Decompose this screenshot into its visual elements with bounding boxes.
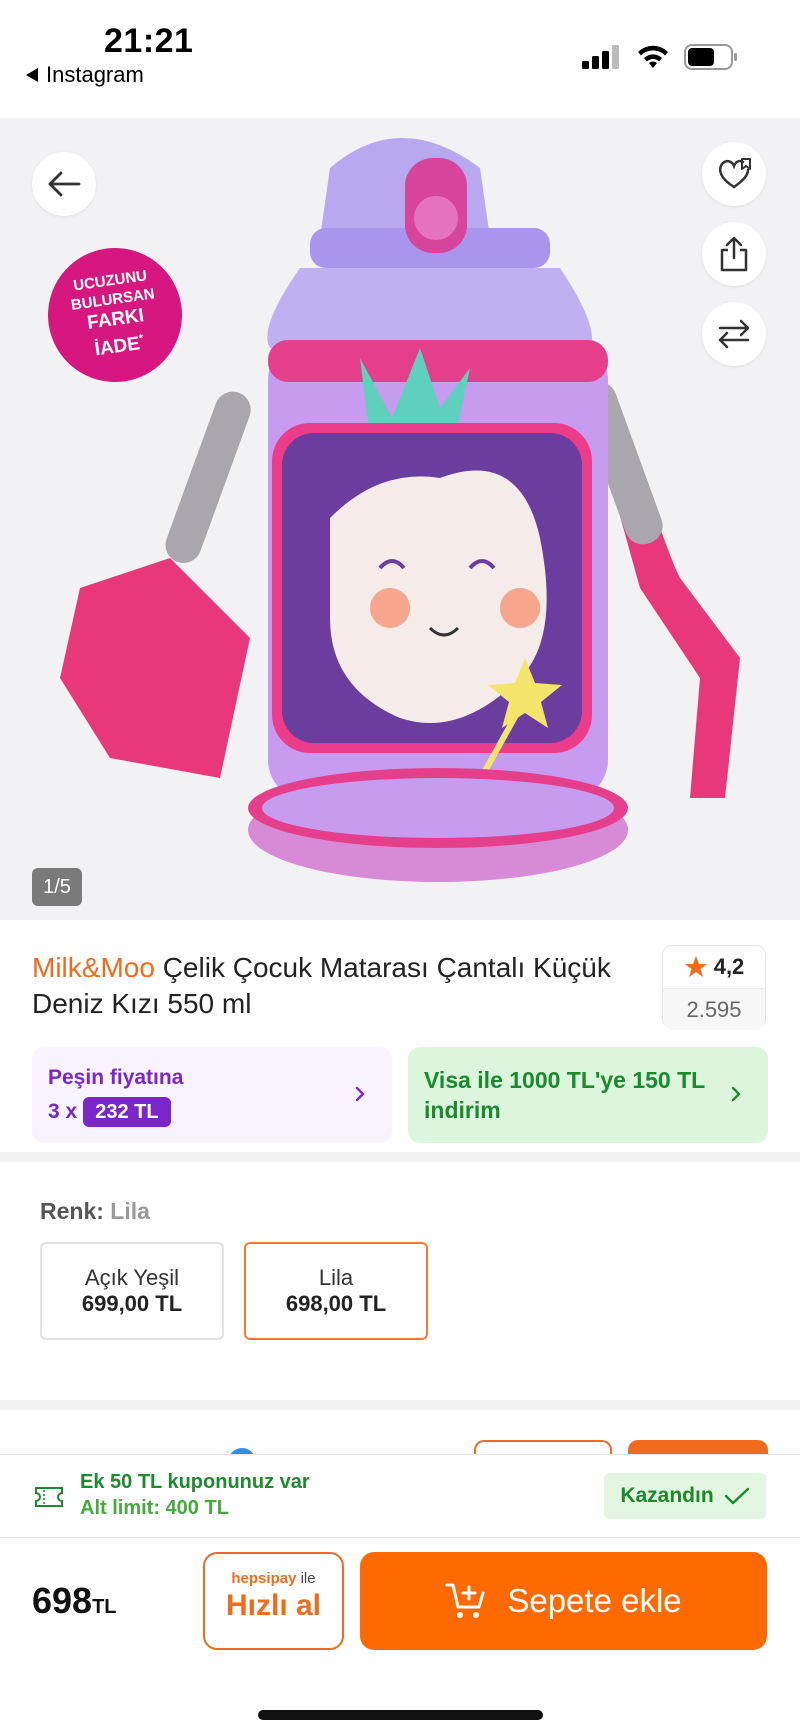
selected-color: Lila [110,1198,150,1224]
visa-discount-text: Visa ile 1000 TL'ye 150 TL indirim [424,1067,705,1123]
signal-icon [582,45,619,69]
section-divider [0,1400,800,1410]
clock: 21:21 [104,22,194,60]
rating-value: 4,2 [713,954,745,979]
installment-count: 3 x [48,1100,78,1123]
back-button[interactable] [32,152,96,216]
final-price: 698TL [32,1580,117,1622]
visa-discount-card[interactable]: Visa ile 1000 TL'ye 150 TL indirim [408,1047,768,1143]
bottom-action-bar: 698TL hepsipay ile Hızlı al Sepete ekle [0,1538,800,1734]
share-icon [720,236,748,272]
section-divider [0,1152,800,1162]
color-label-text: Renk: [40,1198,104,1224]
installment-card[interactable]: Peşin fiyatına 3 x 232 TL [32,1047,392,1143]
installment-label: Peşin fiyatına [48,1066,184,1089]
price-currency: TL [92,1596,117,1618]
back-app-label: Instagram [46,62,144,87]
status-bar: 21:21 Instagram [0,0,800,118]
chevron-right-icon [731,1086,741,1102]
compare-button[interactable] [702,302,766,366]
coupon-limit: Alt limit: 400 TL [80,1497,229,1519]
review-count: 2.595 [663,988,765,1030]
add-to-cart-label: Sepete ekle [507,1582,682,1619]
home-indicator [258,1710,543,1720]
quick-buy-button[interactable]: hepsipay ile Hızlı al [203,1552,344,1650]
variant-name: Lila [318,1265,354,1290]
back-to-app-link[interactable]: Instagram [26,62,144,88]
product-title: Milk&Moo Çelik Çocuk Matarası Çantalı Kü… [32,950,642,1022]
back-arrow-icon [48,171,81,197]
variant-name: Açık Yeşil [84,1265,180,1290]
coupon-won-badge[interactable]: Kazandın [604,1473,766,1519]
quick-buy-label: Hızlı al [225,1589,322,1622]
coupon-status: Kazandın [620,1484,714,1507]
back-triangle-icon [26,68,38,82]
badge-line-4: İADE [93,333,142,361]
rating-box[interactable]: 4,2 2.595 [662,945,766,1030]
star-icon [684,956,707,977]
variant-option-selected[interactable]: Lila 698,00 TL [244,1242,428,1340]
cart-plus-icon [445,1583,485,1618]
compare-icon [718,319,750,349]
variant-price: 699,00 TL [81,1291,183,1316]
brand-link[interactable]: Milk&Moo [32,952,155,983]
coupon-banner[interactable]: Ek 50 TL kuponunuz var Alt limit: 400 TL… [0,1454,800,1538]
heart-list-icon [718,158,751,189]
product-gallery[interactable]: UCUZUNU BULURSAN FARKI İADE* 1/5 [0,118,800,920]
add-to-list-button[interactable] [702,142,766,206]
ticket-icon [35,1487,63,1507]
battery-icon [684,44,737,70]
coupon-title: Ek 50 TL kuponunuz var [80,1471,310,1493]
installment-amount: 232 TL [83,1097,171,1127]
image-counter: 1/5 [32,868,82,906]
color-label: Renk: Lila [40,1198,150,1225]
quick-ile: ile [300,1570,316,1587]
hepsipay-logo: hepsipay [231,1570,297,1587]
wifi-icon [638,45,668,68]
add-to-cart-button[interactable]: Sepete ekle [360,1552,767,1650]
check-icon [724,1487,749,1505]
chevron-right-icon [355,1086,365,1102]
product-image [60,138,740,882]
variant-option[interactable]: Açık Yeşil 699,00 TL [40,1242,224,1340]
badge-mark: * [138,332,145,346]
price-value: 698 [32,1580,93,1621]
variant-price: 698,00 TL [285,1291,387,1316]
system-icons [582,44,738,70]
share-button[interactable] [702,222,766,286]
